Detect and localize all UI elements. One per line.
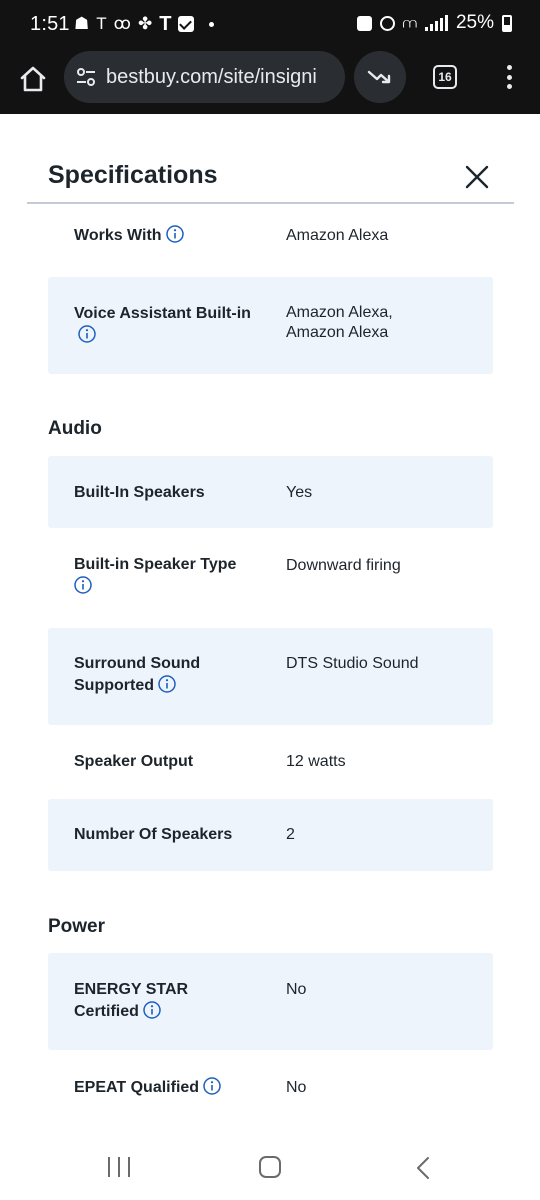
wifi-icon: ⩋: [402, 14, 417, 31]
home-icon[interactable]: [18, 64, 48, 94]
site-settings-icon[interactable]: [74, 65, 98, 89]
spec-label: Works With: [74, 225, 254, 247]
battery-saver-icon: [356, 15, 372, 31]
status-time: 1:51: [30, 13, 70, 35]
system-icons: ⩋ 25%: [356, 12, 512, 34]
spec-row-speaker-output: Speaker Output 12 watts: [48, 725, 493, 799]
spec-label: Built-in Speaker Type: [74, 554, 254, 598]
signal-icon: [424, 15, 448, 31]
snapchat-icon: ☗: [74, 14, 90, 33]
checkbox-notification-icon: [178, 16, 195, 32]
spec-label: Voice Assistant Built-in: [74, 303, 254, 347]
spec-label: Speaker Output: [74, 753, 194, 770]
more-menu-icon[interactable]: [500, 62, 518, 92]
spec-row-built-in-speakers: Built-In Speakers Yes: [48, 456, 493, 528]
spec-value: Amazon Alexa, Amazon Alexa: [286, 304, 393, 341]
spec-row-surround-sound: Surround Sound Supported DTS Studio Soun…: [48, 628, 493, 725]
recent-apps-button[interactable]: [108, 1157, 130, 1177]
info-icon[interactable]: [203, 1077, 221, 1095]
voicemail-icon: ꝏ: [113, 14, 131, 33]
section-title-power: Power: [48, 916, 106, 937]
divider: [27, 202, 514, 204]
info-icon[interactable]: [165, 225, 184, 243]
info-icon[interactable]: [158, 675, 176, 693]
tab-switcher-button[interactable]: 16: [433, 65, 457, 89]
spec-label: Built-In Speakers: [74, 484, 205, 501]
spec-row-epeat: EPEAT Qualified No: [48, 1050, 493, 1126]
spec-label: Number Of Speakers: [74, 826, 233, 843]
status-bar: 1:51 ☗ T ꝏ ✤ T ⩋ 25%: [0, 0, 540, 50]
trending-down-icon: [367, 70, 391, 84]
battery-icon: [502, 14, 512, 32]
t-mobile-logo-icon: T: [159, 13, 172, 35]
spec-row-number-of-speakers: Number Of Speakers 2: [48, 799, 493, 871]
address-bar[interactable]: bestbuy.com/site/insigni: [64, 51, 345, 103]
page-title: Specifications: [48, 161, 218, 189]
spec-value: 2: [286, 826, 295, 843]
spec-row-energy-star: ENERGY STAR Certified No: [48, 953, 493, 1050]
spec-value: No: [286, 1079, 307, 1096]
spec-value: 12 watts: [286, 753, 346, 770]
t-mobile-icon: T: [96, 14, 107, 33]
tmobile-app-icon: ✤: [137, 14, 153, 33]
alarm-icon: [379, 15, 395, 31]
url-text[interactable]: bestbuy.com/site/insigni: [106, 66, 317, 89]
spec-row-speaker-type: Built-in Speaker Type Downward firing: [48, 528, 493, 628]
section-title-audio: Audio: [48, 418, 102, 439]
system-nav-bar: [0, 1135, 540, 1200]
spec-value: Yes: [286, 484, 313, 501]
battery-percent: 25%: [455, 12, 494, 33]
spec-value: Downward firing: [286, 557, 401, 574]
spec-value: No: [286, 981, 307, 998]
browser-toolbar: bestbuy.com/site/insigni 16: [0, 50, 540, 114]
spec-value: DTS Studio Sound: [286, 655, 419, 672]
spec-row-works-with: Works With Amazon Alexa: [48, 206, 493, 264]
info-icon[interactable]: [143, 1001, 161, 1019]
info-icon[interactable]: [78, 325, 96, 343]
price-tracking-button[interactable]: [354, 51, 406, 103]
back-icon[interactable]: [414, 1156, 432, 1180]
notification-icons: ☗ T ꝏ ✤ T: [74, 12, 215, 36]
spec-label: Surround Sound Supported: [74, 655, 201, 694]
home-button[interactable]: [259, 1156, 281, 1178]
close-icon[interactable]: [462, 162, 492, 192]
more-notifications-icon: [209, 21, 215, 27]
spec-row-voice-assistant: Voice Assistant Built-in Amazon Alexa, A…: [48, 277, 493, 374]
spec-label: ENERGY STAR Certified: [74, 981, 189, 1020]
info-icon[interactable]: [74, 576, 92, 594]
spec-value: Amazon Alexa: [286, 227, 389, 244]
spec-label: EPEAT Qualified: [74, 1077, 274, 1099]
